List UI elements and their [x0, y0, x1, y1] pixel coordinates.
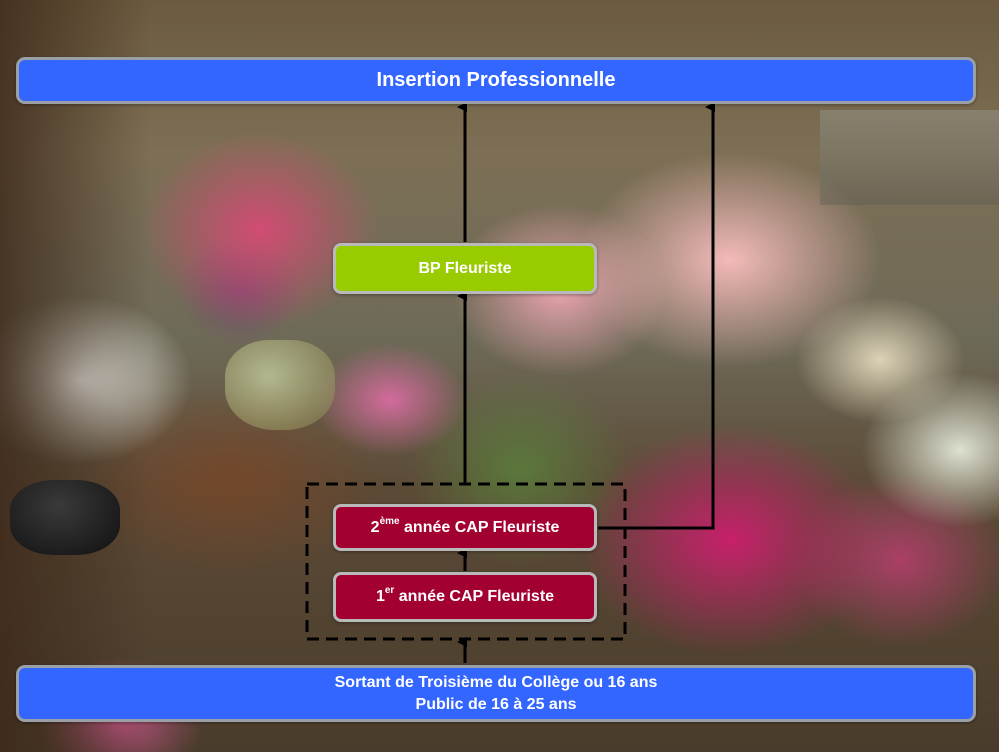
arrow-cap2-to-insertion: [598, 102, 715, 530]
connector-layer: [305, 102, 715, 663]
